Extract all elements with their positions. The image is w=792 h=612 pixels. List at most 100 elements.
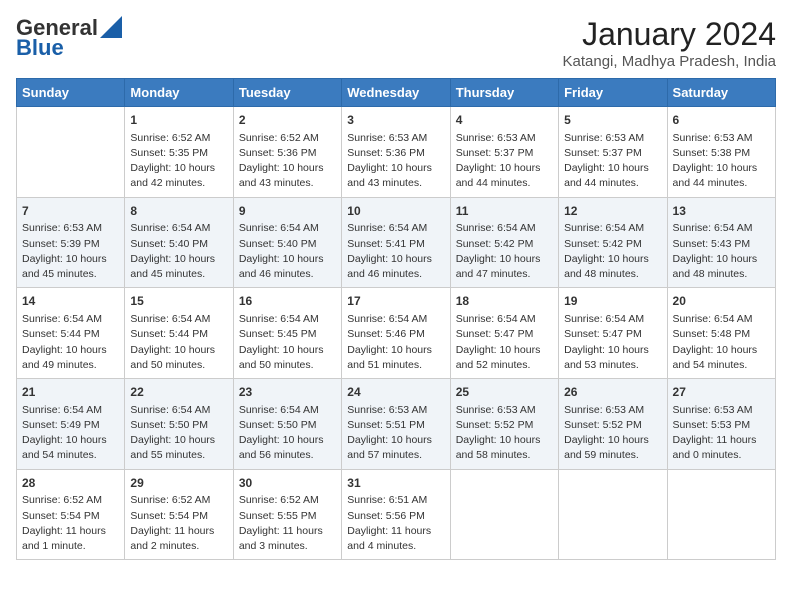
day-number: 5 xyxy=(564,112,661,129)
week-row-4: 21Sunrise: 6:54 AM Sunset: 5:49 PM Dayli… xyxy=(17,379,776,470)
day-info: Sunrise: 6:54 AM Sunset: 5:42 PM Dayligh… xyxy=(456,221,553,282)
day-header-monday: Monday xyxy=(125,79,233,107)
day-info: Sunrise: 6:54 AM Sunset: 5:44 PM Dayligh… xyxy=(22,312,119,373)
day-info: Sunrise: 6:53 AM Sunset: 5:52 PM Dayligh… xyxy=(564,403,661,464)
day-number: 20 xyxy=(673,293,770,310)
day-number: 27 xyxy=(673,384,770,401)
day-number: 22 xyxy=(130,384,227,401)
title-block: January 2024 Katangi, Madhya Pradesh, In… xyxy=(563,16,776,70)
calendar-subtitle: Katangi, Madhya Pradesh, India xyxy=(563,53,776,70)
day-cell: 27Sunrise: 6:53 AM Sunset: 5:53 PM Dayli… xyxy=(667,379,775,470)
day-number: 11 xyxy=(456,203,553,220)
day-cell: 19 Sunrise: 6:54 AM Sunset: 5:47 PM Dayli… xyxy=(559,288,667,379)
day-cell: 31Sunrise: 6:51 AM Sunset: 5:56 PM Dayli… xyxy=(342,469,450,560)
day-cell: 3 Sunrise: 6:53 AM Sunset: 5:36 PM Daylig… xyxy=(342,107,450,198)
day-info: Sunrise: 6:54 AM Sunset: 5:44 PM Dayligh… xyxy=(130,312,227,373)
day-info: Sunrise: 6:54 AM Sunset: 5:47 PM Dayligh… xyxy=(564,312,661,373)
day-number: 18 xyxy=(456,293,553,310)
day-number: 17 xyxy=(347,293,444,310)
day-cell: 28Sunrise: 6:52 AM Sunset: 5:54 PM Dayli… xyxy=(17,469,125,560)
day-cell: 17Sunrise: 6:54 AM Sunset: 5:46 PM Dayli… xyxy=(342,288,450,379)
day-header-wednesday: Wednesday xyxy=(342,79,450,107)
logo-blue: Blue xyxy=(16,35,64,60)
day-cell: 23 Sunrise: 6:54 AM Sunset: 5:50 PM Dayli… xyxy=(233,379,341,470)
day-number: 21 xyxy=(22,384,119,401)
day-cell: 1Sunrise: 6:52 AM Sunset: 5:35 PM Daylig… xyxy=(125,107,233,198)
day-number: 15 xyxy=(130,293,227,310)
day-number: 12 xyxy=(564,203,661,220)
day-number: 24 xyxy=(347,384,444,401)
day-info: Sunrise: 6:54 AM Sunset: 5:48 PM Dayligh… xyxy=(673,312,770,373)
day-number: 25 xyxy=(456,384,553,401)
page-header: General Blue January 2024 Katangi, Madhy… xyxy=(16,16,776,70)
week-row-2: 7Sunrise: 6:53 AM Sunset: 5:39 PM Daylig… xyxy=(17,197,776,288)
day-number: 16 xyxy=(239,293,336,310)
day-cell: 9Sunrise: 6:54 AM Sunset: 5:40 PM Daylig… xyxy=(233,197,341,288)
day-cell: 29Sunrise: 6:52 AM Sunset: 5:54 PM Dayli… xyxy=(125,469,233,560)
day-info: Sunrise: 6:52 AM Sunset: 5:54 PM Dayligh… xyxy=(130,493,227,554)
day-info: Sunrise: 6:54 AM Sunset: 5:50 PM Dayligh… xyxy=(130,403,227,464)
day-number: 14 xyxy=(22,293,119,310)
week-row-5: 28Sunrise: 6:52 AM Sunset: 5:54 PM Dayli… xyxy=(17,469,776,560)
day-info: Sunrise: 6:54 AM Sunset: 5:47 PM Dayligh… xyxy=(456,312,553,373)
day-cell: 26 Sunrise: 6:53 AM Sunset: 5:52 PM Dayli… xyxy=(559,379,667,470)
day-info: Sunrise: 6:53 AM Sunset: 5:37 PM Dayligh… xyxy=(456,131,553,192)
day-cell: 2 Sunrise: 6:52 AM Sunset: 5:36 PM Daylig… xyxy=(233,107,341,198)
calendar-table: SundayMondayTuesdayWednesdayThursdayFrid… xyxy=(16,78,776,560)
day-number: 10 xyxy=(347,203,444,220)
day-info: Sunrise: 6:52 AM Sunset: 5:55 PM Dayligh… xyxy=(239,493,336,554)
day-number: 6 xyxy=(673,112,770,129)
day-cell: 7Sunrise: 6:53 AM Sunset: 5:39 PM Daylig… xyxy=(17,197,125,288)
logo-triangle-icon xyxy=(100,16,122,38)
day-header-saturday: Saturday xyxy=(667,79,775,107)
day-info: Sunrise: 6:52 AM Sunset: 5:54 PM Dayligh… xyxy=(22,493,119,554)
day-number: 3 xyxy=(347,112,444,129)
day-info: Sunrise: 6:54 AM Sunset: 5:42 PM Dayligh… xyxy=(564,221,661,282)
day-header-thursday: Thursday xyxy=(450,79,558,107)
day-cell: 15 Sunrise: 6:54 AM Sunset: 5:44 PM Dayli… xyxy=(125,288,233,379)
day-info: Sunrise: 6:52 AM Sunset: 5:35 PM Dayligh… xyxy=(130,131,227,192)
day-info: Sunrise: 6:54 AM Sunset: 5:40 PM Dayligh… xyxy=(130,221,227,282)
day-info: Sunrise: 6:53 AM Sunset: 5:36 PM Dayligh… xyxy=(347,131,444,192)
day-cell: 8Sunrise: 6:54 AM Sunset: 5:40 PM Daylig… xyxy=(125,197,233,288)
day-cell: 10Sunrise: 6:54 AM Sunset: 5:41 PM Dayli… xyxy=(342,197,450,288)
day-info: Sunrise: 6:54 AM Sunset: 5:50 PM Dayligh… xyxy=(239,403,336,464)
day-number: 8 xyxy=(130,203,227,220)
day-info: Sunrise: 6:51 AM Sunset: 5:56 PM Dayligh… xyxy=(347,493,444,554)
day-info: Sunrise: 6:54 AM Sunset: 5:43 PM Dayligh… xyxy=(673,221,770,282)
week-row-1: 1Sunrise: 6:52 AM Sunset: 5:35 PM Daylig… xyxy=(17,107,776,198)
day-info: Sunrise: 6:52 AM Sunset: 5:36 PM Dayligh… xyxy=(239,131,336,192)
calendar-header-row: SundayMondayTuesdayWednesdayThursdayFrid… xyxy=(17,79,776,107)
day-info: Sunrise: 6:54 AM Sunset: 5:40 PM Dayligh… xyxy=(239,221,336,282)
day-cell: 11Sunrise: 6:54 AM Sunset: 5:42 PM Dayli… xyxy=(450,197,558,288)
day-number: 2 xyxy=(239,112,336,129)
day-cell: 30Sunrise: 6:52 AM Sunset: 5:55 PM Dayli… xyxy=(233,469,341,560)
day-info: Sunrise: 6:53 AM Sunset: 5:39 PM Dayligh… xyxy=(22,221,119,282)
day-cell: 22 Sunrise: 6:54 AM Sunset: 5:50 PM Dayli… xyxy=(125,379,233,470)
day-info: Sunrise: 6:53 AM Sunset: 5:51 PM Dayligh… xyxy=(347,403,444,464)
day-info: Sunrise: 6:53 AM Sunset: 5:52 PM Dayligh… xyxy=(456,403,553,464)
day-cell: 6Sunrise: 6:53 AM Sunset: 5:38 PM Daylig… xyxy=(667,107,775,198)
day-cell: 4Sunrise: 6:53 AM Sunset: 5:37 PM Daylig… xyxy=(450,107,558,198)
day-cell xyxy=(450,469,558,560)
day-cell xyxy=(17,107,125,198)
calendar-title: January 2024 xyxy=(563,16,776,53)
day-cell xyxy=(667,469,775,560)
day-cell: 24 Sunrise: 6:53 AM Sunset: 5:51 PM Dayli… xyxy=(342,379,450,470)
day-cell: 20 Sunrise: 6:54 AM Sunset: 5:48 PM Dayli… xyxy=(667,288,775,379)
day-cell: 16Sunrise: 6:54 AM Sunset: 5:45 PM Dayli… xyxy=(233,288,341,379)
day-info: Sunrise: 6:54 AM Sunset: 5:41 PM Dayligh… xyxy=(347,221,444,282)
day-number: 26 xyxy=(564,384,661,401)
day-cell xyxy=(559,469,667,560)
day-cell: 5 Sunrise: 6:53 AM Sunset: 5:37 PM Daylig… xyxy=(559,107,667,198)
day-number: 7 xyxy=(22,203,119,220)
day-cell: 25 Sunrise: 6:53 AM Sunset: 5:52 PM Dayli… xyxy=(450,379,558,470)
day-number: 19 xyxy=(564,293,661,310)
day-number: 13 xyxy=(673,203,770,220)
day-cell: 18 Sunrise: 6:54 AM Sunset: 5:47 PM Dayli… xyxy=(450,288,558,379)
day-number: 29 xyxy=(130,475,227,492)
day-cell: 13Sunrise: 6:54 AM Sunset: 5:43 PM Dayli… xyxy=(667,197,775,288)
day-info: Sunrise: 6:53 AM Sunset: 5:37 PM Dayligh… xyxy=(564,131,661,192)
day-cell: 12Sunrise: 6:54 AM Sunset: 5:42 PM Dayli… xyxy=(559,197,667,288)
day-number: 23 xyxy=(239,384,336,401)
